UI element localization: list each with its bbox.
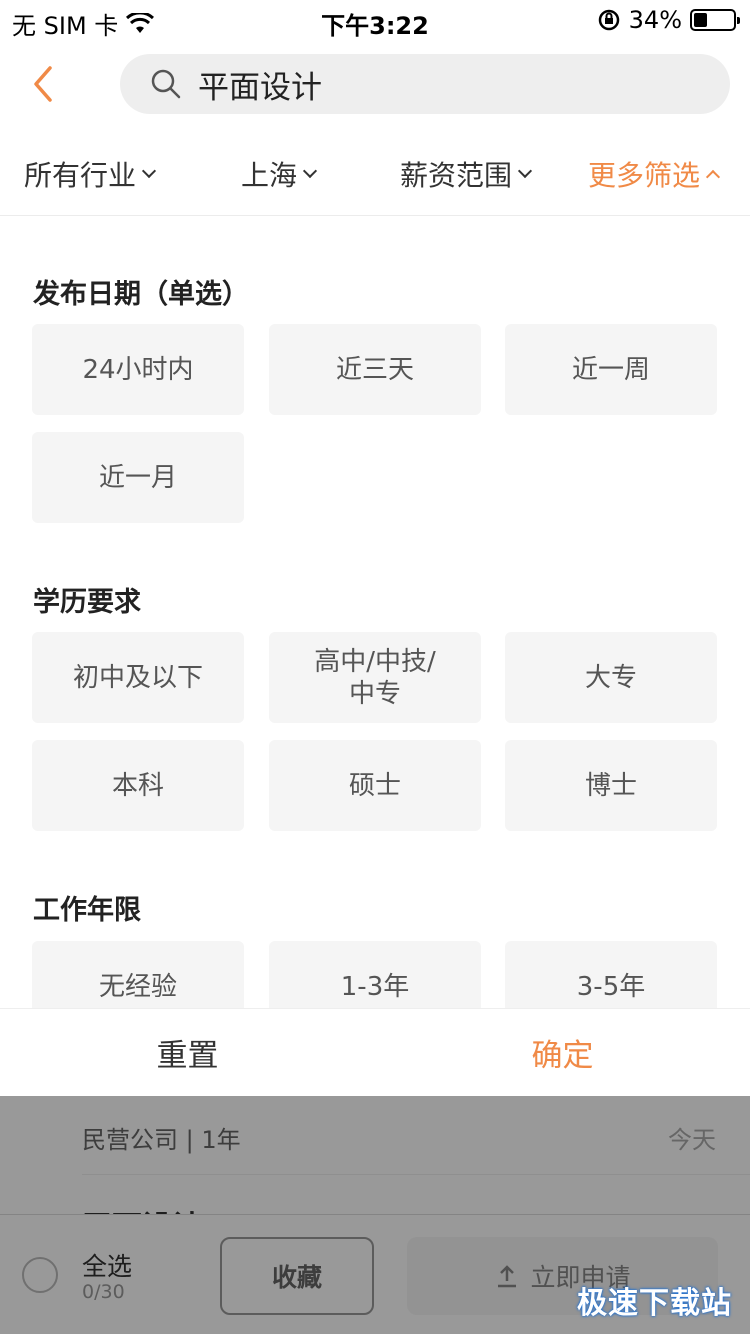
option-high-school[interactable]: 高中/中技/ 中专: [269, 632, 481, 723]
battery-icon: [690, 9, 740, 31]
back-arrow-icon[interactable]: [28, 62, 58, 106]
battery-percent: 34%: [628, 6, 682, 34]
header: 平面设计: [0, 52, 750, 116]
option-1-3-years[interactable]: 1-3年: [269, 941, 481, 1008]
option-3-5-years[interactable]: 3-5年: [505, 941, 717, 1008]
tab-industry[interactable]: 所有行业: [24, 154, 157, 194]
section-title-post-date: 发布日期（单选）: [33, 279, 249, 310]
section-title-experience: 工作年限: [33, 895, 141, 926]
tab-city[interactable]: 上海: [241, 154, 318, 194]
option-no-experience[interactable]: 无经验: [32, 941, 244, 1008]
option-doctor[interactable]: 博士: [505, 740, 717, 831]
option-bachelor[interactable]: 本科: [32, 740, 244, 831]
search-icon: [151, 69, 181, 99]
tab-more-filters[interactable]: 更多筛选: [588, 154, 721, 194]
option-3-days[interactable]: 近三天: [269, 324, 481, 415]
section-title-education: 学历要求: [33, 587, 141, 618]
watermark: 极速下载站: [577, 1286, 732, 1321]
confirm-button[interactable]: 确定: [375, 1009, 750, 1096]
rotation-lock-icon: [598, 9, 619, 31]
option-1-week[interactable]: 近一周: [505, 324, 717, 415]
search-query: 平面设计: [198, 69, 322, 106]
filter-actions: 重置 确定: [0, 1008, 750, 1096]
chevron-up-icon: [705, 169, 721, 185]
option-1-month[interactable]: 近一月: [32, 432, 244, 523]
filter-tabs: 所有行业 上海 薪资范围 更多筛选: [0, 140, 750, 216]
option-college[interactable]: 大专: [505, 632, 717, 723]
chevron-down-icon: [141, 163, 157, 179]
search-input[interactable]: 平面设计: [120, 54, 730, 114]
option-24h[interactable]: 24小时内: [32, 324, 244, 415]
tab-salary[interactable]: 薪资范围: [400, 154, 533, 194]
option-junior-high[interactable]: 初中及以下: [32, 632, 244, 723]
status-bar: 无 SIM 卡 下午3:22 34%: [0, 0, 750, 40]
option-master[interactable]: 硕士: [269, 740, 481, 831]
chevron-down-icon: [517, 163, 533, 179]
reset-button[interactable]: 重置: [0, 1009, 375, 1096]
chevron-down-icon: [302, 163, 318, 179]
more-filters-panel: 发布日期（单选） 24小时内 近三天 近一周 近一月 学历要求 初中及以下 高中…: [0, 216, 750, 1008]
